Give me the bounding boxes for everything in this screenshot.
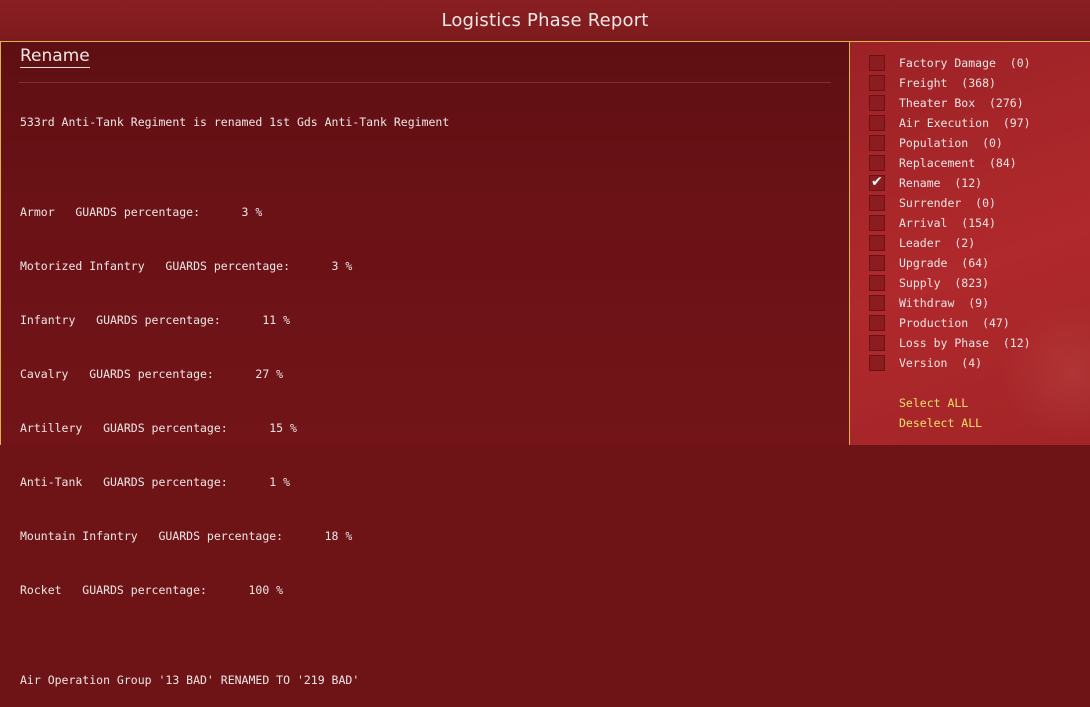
window-title: Logistics Phase Report <box>441 10 649 31</box>
filter-label: Withdraw (9) <box>899 296 990 310</box>
checkbox[interactable] <box>869 235 885 251</box>
filter-label: Rename (12) <box>899 176 983 190</box>
filter-surrender[interactable]: Surrender (0) <box>869 194 1089 212</box>
filter-label: Version (4) <box>899 356 983 370</box>
checkbox[interactable] <box>869 355 885 371</box>
filter-label: Upgrade (64) <box>899 256 990 270</box>
report-line: Motorized Infantry GUARDS percentage: 3 … <box>20 259 353 273</box>
deselect-all-button[interactable]: Deselect ALL <box>899 416 982 430</box>
filter-freight[interactable]: Freight (368) <box>869 74 1089 92</box>
checkbox[interactable] <box>869 315 885 331</box>
filter-replacement[interactable]: Replacement (84) <box>869 154 1089 172</box>
filter-population[interactable]: Population (0) <box>869 134 1089 152</box>
report-line: Armor GUARDS percentage: 3 % <box>20 205 263 219</box>
checkbox[interactable] <box>869 115 885 131</box>
filter-production[interactable]: Production (47) <box>869 314 1089 332</box>
report-line: Rocket GUARDS percentage: 100 % <box>20 583 284 597</box>
filter-label: Production (47) <box>899 316 1010 330</box>
filter-label: Leader (2) <box>899 236 976 250</box>
title-bar: Logistics Phase Report <box>0 0 1090 42</box>
filter-label: Air Execution (97) <box>899 116 1031 130</box>
report-line: Air Operation Group '13 BAD' RENAMED TO … <box>20 673 360 687</box>
checkbox[interactable] <box>869 155 885 171</box>
filter-theater-box[interactable]: Theater Box (276) <box>869 94 1089 112</box>
checkbox[interactable] <box>869 95 885 111</box>
filter-leader[interactable]: Leader (2) <box>869 234 1089 252</box>
filter-label: Theater Box (276) <box>899 96 1024 110</box>
filter-arrival[interactable]: Arrival (154) <box>869 214 1089 232</box>
filter-withdraw[interactable]: Withdraw (9) <box>869 294 1089 312</box>
filter-factory-damage[interactable]: Factory Damage (0) <box>869 54 1089 72</box>
filter-loss-by-phase[interactable]: Loss by Phase (12) <box>869 334 1089 352</box>
checkbox[interactable] <box>869 215 885 231</box>
report-line: Anti-Tank GUARDS percentage: 1 % <box>20 475 291 489</box>
checkbox[interactable] <box>869 55 885 71</box>
checkbox[interactable]: ✔ <box>869 174 885 191</box>
check-icon: ✔ <box>871 174 883 190</box>
checkbox[interactable] <box>869 335 885 351</box>
checkbox[interactable] <box>869 195 885 211</box>
filter-label: Freight (368) <box>899 76 996 90</box>
filter-version[interactable]: Version (4) <box>869 354 1089 372</box>
filter-label: Factory Damage (0) <box>899 56 1031 70</box>
filter-label: Arrival (154) <box>899 216 996 230</box>
report-text: 533rd Anti-Tank Regiment is renamed 1st … <box>20 77 820 707</box>
report-line: 533rd Anti-Tank Regiment is renamed 1st … <box>20 115 450 129</box>
report-line: Mountain Infantry GUARDS percentage: 18 … <box>20 529 353 543</box>
checkbox[interactable] <box>869 295 885 311</box>
checkbox[interactable] <box>869 75 885 91</box>
filter-supply[interactable]: Supply (823) <box>869 274 1089 292</box>
checkbox[interactable] <box>869 135 885 151</box>
filter-rename[interactable]: ✔ Rename (12) <box>869 174 1089 192</box>
report-line: Infantry GUARDS percentage: 11 % <box>20 313 291 327</box>
select-all-button[interactable]: Select ALL <box>899 396 968 410</box>
filter-upgrade[interactable]: Upgrade (64) <box>869 254 1089 272</box>
filter-label: Replacement (84) <box>899 156 1017 170</box>
report-line: Cavalry GUARDS percentage: 27 % <box>20 367 284 381</box>
filter-label: Loss by Phase (12) <box>899 336 1031 350</box>
filter-sidebar: Factory Damage (0) Freight (368) Theater… <box>850 42 1090 445</box>
checkbox[interactable] <box>869 255 885 271</box>
filter-label: Supply (823) <box>899 276 990 290</box>
filter-label: Surrender (0) <box>899 196 996 210</box>
checkbox[interactable] <box>869 275 885 291</box>
section-title: Rename <box>20 46 90 68</box>
report-line: Artillery GUARDS percentage: 15 % <box>20 421 297 435</box>
filter-label: Population (0) <box>899 136 1003 150</box>
filter-air-execution[interactable]: Air Execution (97) <box>869 114 1089 132</box>
